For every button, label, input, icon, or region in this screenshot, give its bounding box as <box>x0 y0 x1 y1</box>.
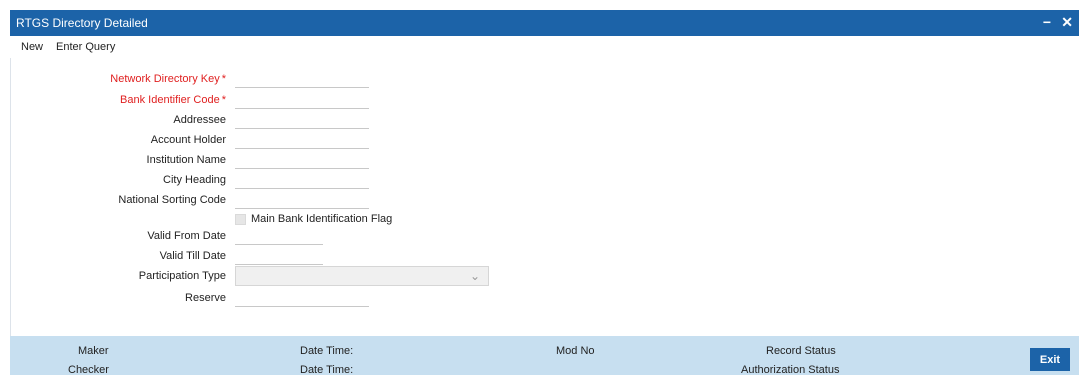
window-titlebar: RTGS Directory Detailed − ✕ <box>10 10 1079 36</box>
row-city-heading: City Heading <box>10 172 610 190</box>
main-bank-flag-row: Main Bank Identification Flag <box>235 212 392 226</box>
maker-label: Maker <box>78 345 109 357</box>
participation-type-label: Participation Type <box>138 270 226 282</box>
new-button[interactable]: New <box>21 41 43 53</box>
city-heading-label: City Heading <box>163 174 226 186</box>
authorization-status-label: Authorization Status <box>741 364 840 376</box>
valid-till-date-label: Valid Till Date <box>159 250 226 262</box>
account-holder-input[interactable] <box>235 132 369 149</box>
valid-from-date-label: Valid From Date <box>147 230 226 242</box>
reserve-input[interactable] <box>235 290 369 307</box>
row-national-sorting-code: National Sorting Code <box>10 192 610 210</box>
enter-query-button[interactable]: Enter Query <box>56 41 115 53</box>
row-valid-from-date: Valid From Date <box>10 228 610 246</box>
maker-date-time-label: Date Time: <box>300 345 354 357</box>
network-directory-key-input[interactable] <box>235 71 369 88</box>
row-account-holder: Account Holder <box>10 132 610 150</box>
national-sorting-code-label: National Sorting Code <box>118 194 226 206</box>
minimize-icon[interactable]: − <box>1043 14 1051 30</box>
checker-label: Checker <box>68 364 109 376</box>
row-addressee: Addressee <box>10 112 610 130</box>
institution-name-label: Institution Name <box>146 154 226 166</box>
exit-button[interactable]: Exit <box>1030 348 1070 371</box>
institution-name-input[interactable] <box>235 152 369 169</box>
top-strip <box>0 0 1079 10</box>
valid-till-date-input[interactable] <box>235 248 323 265</box>
addressee-label: Addressee <box>173 114 226 126</box>
main-bank-flag-label: Main Bank Identification Flag <box>251 213 393 225</box>
row-institution-name: Institution Name <box>10 152 610 170</box>
row-participation-type: Participation Type ⌄ <box>10 266 610 286</box>
national-sorting-code-input[interactable] <box>235 192 369 209</box>
network-directory-key-label: Network Directory Key * <box>110 73 226 85</box>
row-network-directory-key: Network Directory Key * <box>10 71 610 89</box>
addressee-input[interactable] <box>235 112 369 129</box>
window-title: RTGS Directory Detailed <box>16 16 148 30</box>
row-bank-identifier-code: Bank Identifier Code * <box>10 92 610 110</box>
mod-no-label: Mod No <box>556 345 595 357</box>
checker-date-time-label: Date Time: <box>300 364 354 376</box>
reserve-label: Reserve <box>185 292 226 304</box>
chevron-down-icon: ⌄ <box>469 269 480 283</box>
bank-identifier-code-label: Bank Identifier Code * <box>120 94 226 106</box>
close-icon[interactable]: ✕ <box>1061 14 1073 30</box>
toolbar: New Enter Query <box>10 36 1079 58</box>
record-status-label: Record Status <box>766 345 836 357</box>
main-bank-flag-checkbox[interactable] <box>235 213 246 225</box>
valid-from-date-input[interactable] <box>235 228 323 245</box>
bank-identifier-code-input[interactable] <box>235 92 369 109</box>
row-reserve: Reserve <box>10 290 610 308</box>
participation-type-select[interactable]: ⌄ <box>235 266 489 286</box>
city-heading-input[interactable] <box>235 172 369 189</box>
row-valid-till-date: Valid Till Date <box>10 248 610 266</box>
audit-footer: Maker Checker Date Time: Date Time: Mod … <box>10 336 1079 376</box>
account-holder-label: Account Holder <box>150 134 226 146</box>
